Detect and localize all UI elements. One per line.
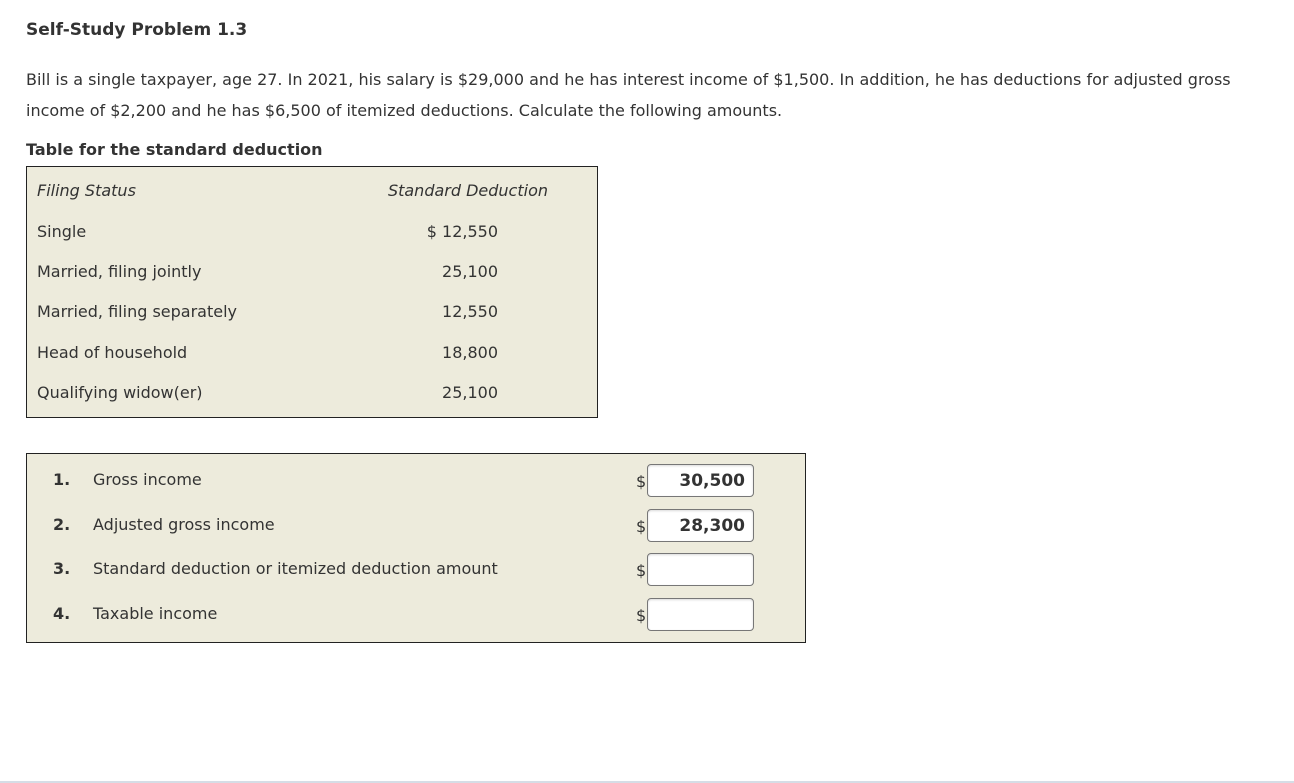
- deduction-amount: 18,800: [442, 343, 498, 362]
- question-row-deduction: 3. Standard deduction or itemized deduct…: [27, 553, 805, 587]
- dollar-sign: $: [636, 472, 647, 491]
- standard-deduction-table: Filing Status Standard Deduction Single …: [26, 166, 598, 418]
- filing-status: Qualifying widow(er): [37, 383, 203, 402]
- table-row: Married, filing jointly 25,100: [37, 262, 587, 286]
- question-label: Adjusted gross income: [93, 515, 275, 534]
- questions-panel: 1. Gross income $ 2. Adjusted gross inco…: [26, 453, 806, 643]
- deduction-amount: 25,100: [442, 262, 498, 281]
- table-row: Married, filing separately 12,550: [37, 302, 587, 326]
- deduction-amount: 25,100: [442, 383, 498, 402]
- table-row: Qualifying widow(er) 25,100: [37, 383, 587, 407]
- dollar-sign: $: [636, 517, 647, 536]
- header-filing-status: Filing Status: [37, 181, 136, 200]
- filing-status: Married, filing separately: [37, 302, 238, 321]
- question-number: 3.: [53, 559, 71, 578]
- filing-status: Head of household: [37, 343, 188, 362]
- header-standard-deduction: Standard Deduction: [387, 181, 548, 200]
- table-row: Single $ 12,550: [37, 222, 587, 246]
- table-row: Head of household 18,800: [37, 343, 587, 367]
- dollar-sign: $: [636, 606, 647, 625]
- question-number: 1.: [53, 470, 71, 489]
- question-row-agi: 2. Adjusted gross income $: [27, 509, 805, 543]
- question-number: 2.: [53, 515, 71, 534]
- filing-status: Married, filing jointly: [37, 262, 202, 281]
- question-label: Taxable income: [93, 604, 218, 623]
- problem-text: Bill is a single taxpayer, age 27. In 20…: [26, 70, 1231, 120]
- taxable-income-input[interactable]: [647, 598, 754, 631]
- problem-title: Self-Study Problem 1.3: [26, 20, 248, 40]
- table-caption: Table for the standard deduction: [26, 140, 323, 159]
- question-row-taxable-income: 4. Taxable income $: [27, 598, 805, 632]
- table-header-row: Filing Status Standard Deduction: [37, 181, 587, 205]
- filing-status: Single: [37, 222, 87, 241]
- question-label: Standard deduction or itemized deduction…: [93, 559, 498, 578]
- adjusted-gross-income-input[interactable]: [647, 509, 754, 542]
- gross-income-input[interactable]: [647, 464, 754, 497]
- question-row-gross-income: 1. Gross income $: [27, 464, 805, 498]
- dollar-sign: $: [636, 561, 647, 580]
- deduction-amount: $ 12,550: [426, 222, 498, 241]
- question-label: Gross income: [93, 470, 202, 489]
- deduction-amount-input[interactable]: [647, 553, 754, 586]
- deduction-amount: 12,550: [442, 302, 498, 321]
- question-number: 4.: [53, 604, 71, 623]
